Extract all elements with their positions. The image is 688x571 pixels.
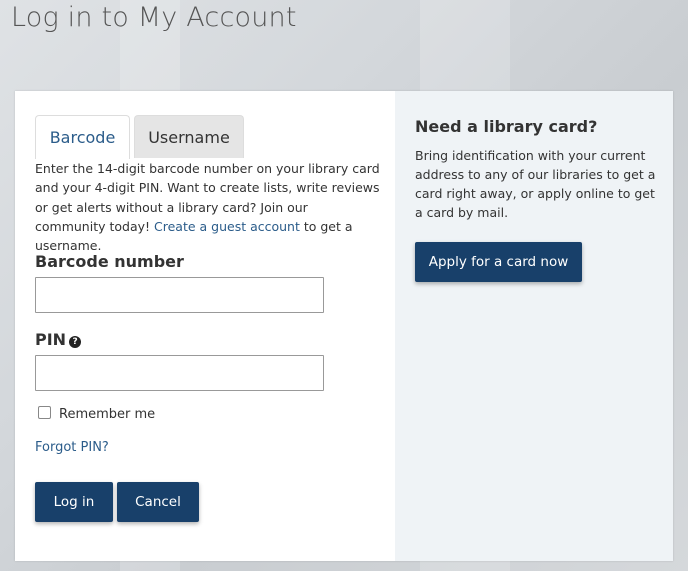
apply-for-card-button[interactable]: Apply for a card now <box>415 242 582 282</box>
remember-me-label: Remember me <box>59 407 156 422</box>
question-circle-icon[interactable]: ? <box>69 336 82 348</box>
login-panel: Barcode Username Enter the 14-digit barc… <box>15 91 395 561</box>
cancel-button[interactable]: Cancel <box>117 482 199 522</box>
barcode-label: Barcode number <box>35 252 184 271</box>
login-card: Barcode Username Enter the 14-digit barc… <box>15 91 673 561</box>
create-guest-account-link[interactable]: Create a guest account <box>154 219 300 234</box>
tab-username[interactable]: Username <box>134 115 244 158</box>
remember-me[interactable]: Remember me <box>38 406 155 422</box>
page-title: Log in to My Account <box>11 2 297 33</box>
pin-input[interactable] <box>35 355 324 391</box>
library-card-title: Need a library card? <box>415 117 598 136</box>
pin-label: PIN <box>35 330 67 349</box>
barcode-input[interactable] <box>35 277 324 313</box>
login-button[interactable]: Log in <box>35 482 113 522</box>
library-card-panel: Need a library card? Bring identificatio… <box>395 91 673 561</box>
pin-label-row: PIN? <box>35 330 82 349</box>
remember-me-checkbox[interactable] <box>38 406 51 419</box>
tab-barcode[interactable]: Barcode <box>35 115 130 159</box>
forgot-pin-link[interactable]: Forgot PIN? <box>35 440 109 455</box>
library-card-text: Bring identification with your current a… <box>415 148 656 220</box>
intro-text: Enter the 14-digit barcode number on you… <box>35 159 380 255</box>
